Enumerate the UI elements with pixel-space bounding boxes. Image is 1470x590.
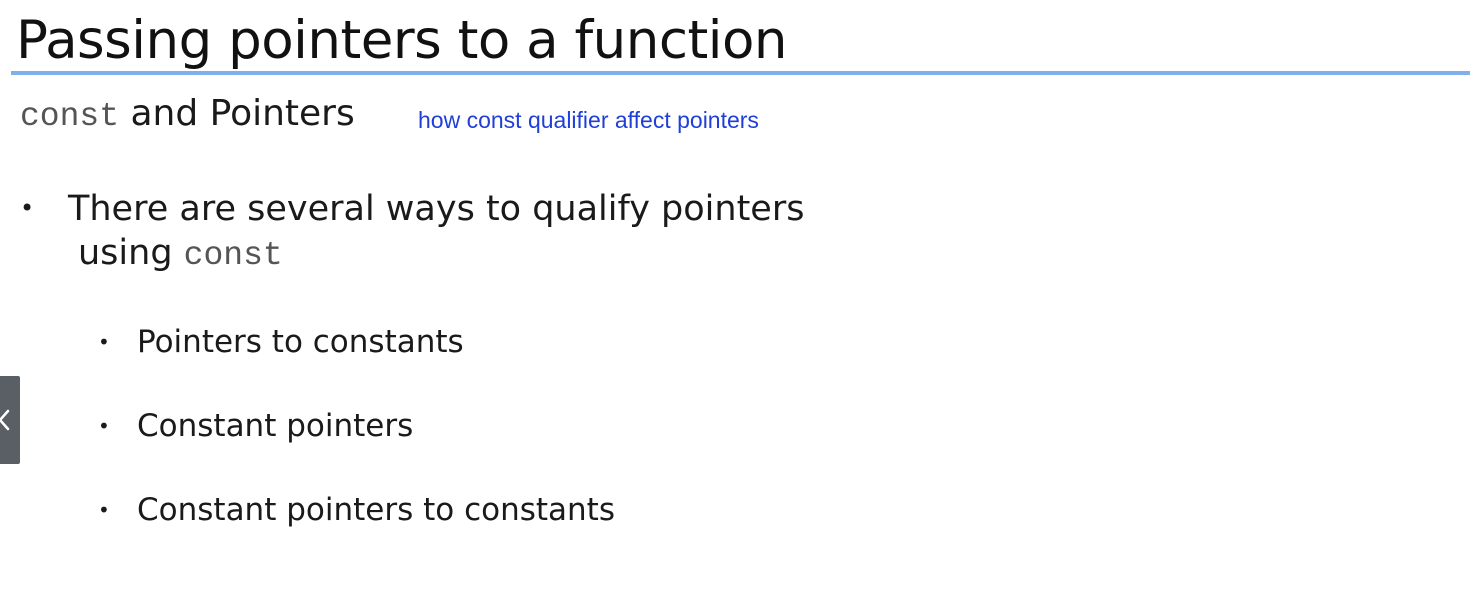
bullet-dot: • <box>98 414 110 438</box>
title-underline <box>11 71 1470 75</box>
subtitle-code: const <box>20 98 120 135</box>
main-bullet-line2-code: const <box>183 237 283 274</box>
sub-bullet-label: Constant pointers to constants <box>137 492 615 528</box>
main-bullet-line2-text: using <box>78 233 184 273</box>
slide-title: Passing pointers to a function <box>16 10 788 71</box>
bullet-dot: • <box>98 330 110 354</box>
bullet-dot: • <box>98 498 110 522</box>
slide-subtitle: const and Pointers <box>20 92 355 142</box>
bullet-dot: • <box>20 194 35 222</box>
sub-bullet-label: Pointers to constants <box>137 324 464 360</box>
sub-bullet-label: Constant pointers <box>137 408 414 444</box>
collapse-panel-tab[interactable] <box>0 376 20 464</box>
chevron-left-icon <box>0 409 10 431</box>
slide: Passing pointers to a function const and… <box>0 0 1470 590</box>
subtitle-text: and Pointers <box>119 93 355 134</box>
main-bullet-line2: using const <box>78 230 283 279</box>
main-bullet-line1: There are several ways to qualify pointe… <box>68 189 805 229</box>
annotation-note: how const qualifier affect pointers <box>418 107 759 133</box>
